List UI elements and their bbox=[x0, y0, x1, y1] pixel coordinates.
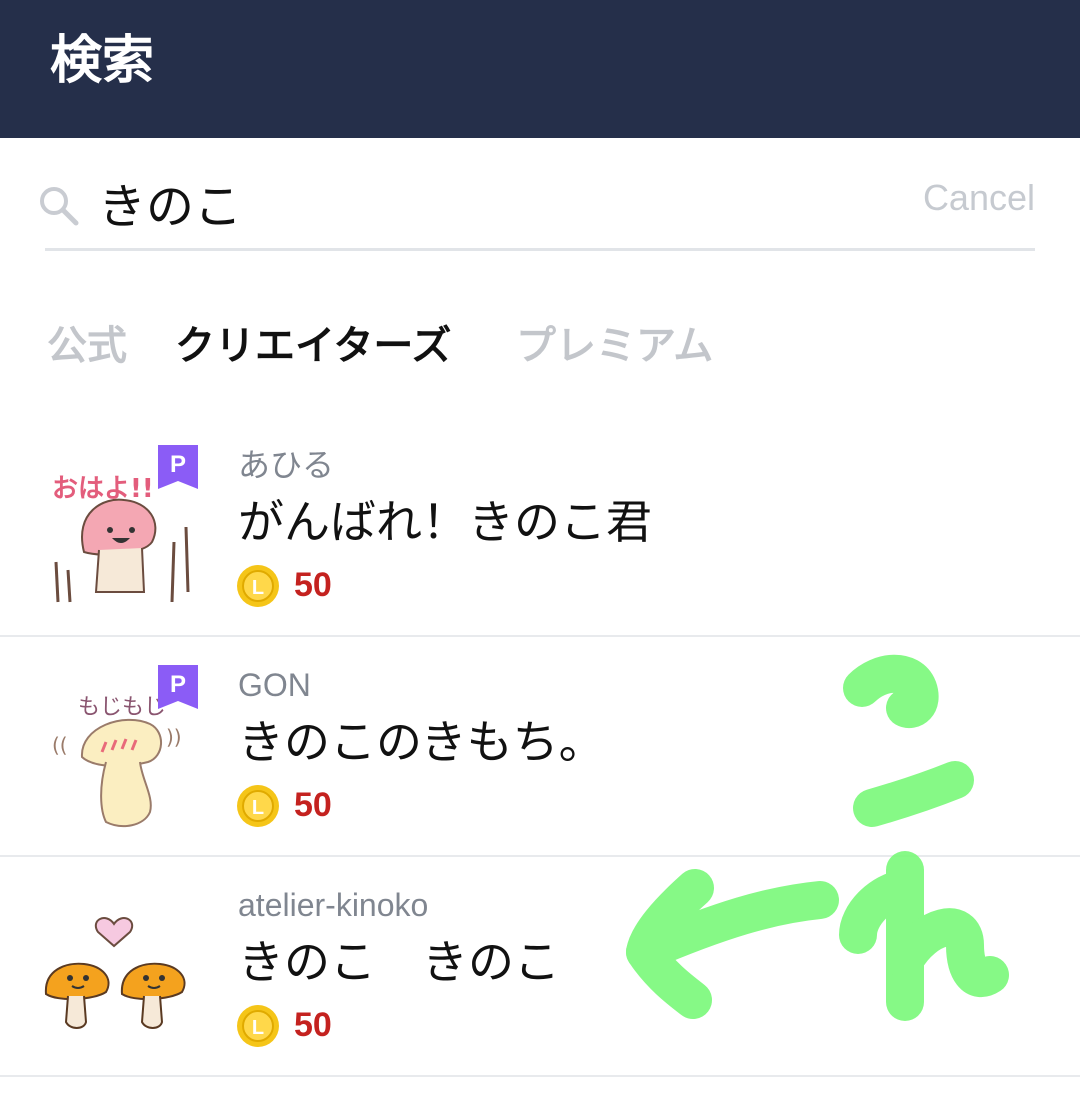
list-item[interactable]: おはよ!! P あひる がんばれ！きのこ君 L 50 bbox=[0, 417, 1080, 637]
tab-premium[interactable]: プレミアム bbox=[516, 318, 713, 374]
svg-text:L: L bbox=[252, 1017, 264, 1039]
price: 50 bbox=[294, 786, 332, 824]
page-title: 検索 bbox=[50, 31, 155, 91]
premium-badge-icon: P bbox=[158, 665, 198, 709]
search-icon bbox=[40, 187, 79, 226]
author-name: GON bbox=[238, 667, 311, 703]
svg-text:((: (( bbox=[52, 733, 68, 757]
author-name: atelier-kinoko bbox=[238, 887, 429, 923]
svg-text:L: L bbox=[252, 797, 264, 819]
search-bar: Cancel bbox=[40, 150, 1035, 251]
list-item[interactable]: もじもじ (( )) P GON きのこのきもち。 L 50 bbox=[0, 637, 1080, 857]
app-header: 検索 bbox=[0, 0, 1080, 138]
premium-badge-icon: P bbox=[158, 445, 198, 489]
sticker-title: きのこのきもち。 bbox=[238, 715, 605, 769]
sticker-title: きのこ きのこ bbox=[238, 935, 560, 989]
tab-creators[interactable]: クリエイターズ bbox=[175, 318, 451, 374]
sticker-title: がんばれ！きのこ君 bbox=[238, 495, 652, 549]
svg-text:L: L bbox=[252, 577, 264, 599]
coin-icon: L bbox=[237, 565, 279, 607]
cancel-button[interactable]: Cancel bbox=[923, 176, 1035, 220]
search-input[interactable] bbox=[98, 170, 798, 234]
author-name: あひる bbox=[238, 447, 335, 483]
list-item[interactable]: atelier-kinoko きのこ きのこ L 50 bbox=[0, 857, 1080, 1077]
sticker-thumbnail bbox=[44, 917, 186, 1029]
svg-text:)): )) bbox=[166, 725, 182, 749]
price: 50 bbox=[294, 566, 332, 604]
tab-official[interactable]: 公式 bbox=[47, 318, 127, 374]
svg-text:P: P bbox=[170, 451, 186, 478]
svg-text:P: P bbox=[170, 671, 186, 698]
price: 50 bbox=[294, 1006, 332, 1044]
coin-icon: L bbox=[237, 1005, 279, 1047]
coin-icon: L bbox=[237, 785, 279, 827]
thumb-text: もじもじ bbox=[78, 695, 166, 720]
thumb-text: おはよ!! bbox=[52, 474, 154, 504]
